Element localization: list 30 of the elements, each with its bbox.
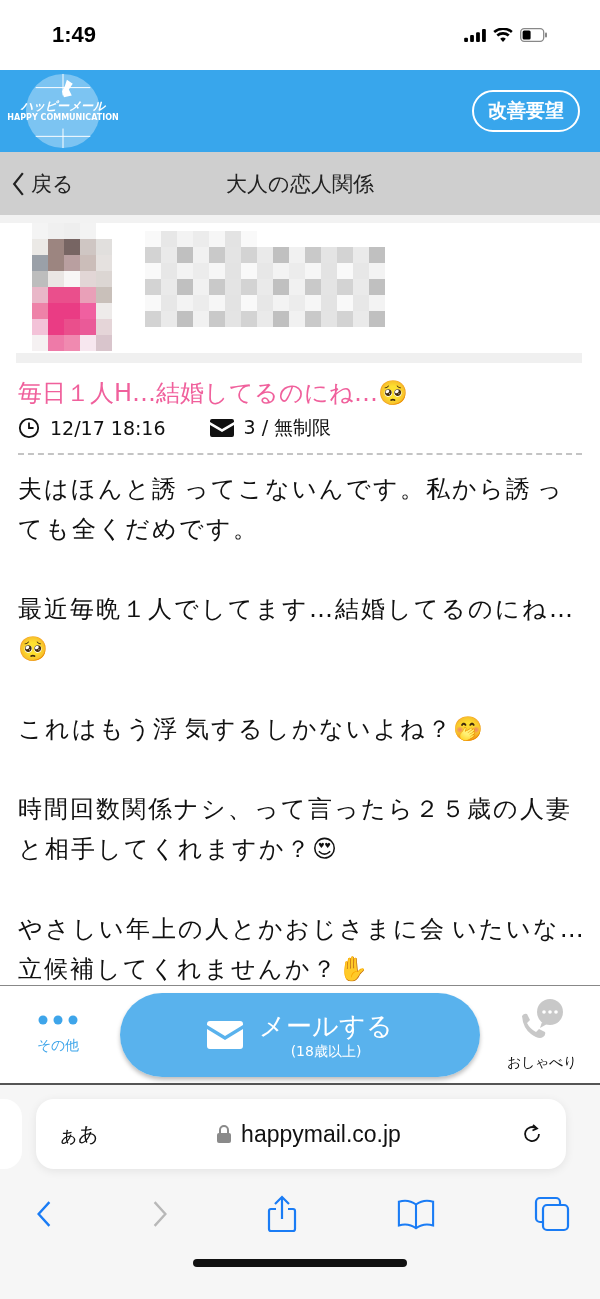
- address-bar[interactable]: ぁあ happymail.co.jp: [36, 1099, 566, 1169]
- wifi-icon: [493, 28, 513, 42]
- post-paragraph: 最近毎晩１人でしてます…結婚してるのにね…🥺: [18, 594, 576, 665]
- clock-icon: [18, 417, 40, 439]
- post-paragraph: 時間回数関係ナシ、って言ったら２５歳の人妻と相手してくれますか？😍: [18, 794, 573, 865]
- post-date: 12/17 18:16: [50, 417, 166, 439]
- tabs-icon[interactable]: [534, 1196, 570, 1232]
- page-title: 大人の恋人関係: [225, 170, 375, 198]
- logo-tagline: HAPPY COMMUNICATION: [7, 113, 119, 123]
- post-paragraph: これはもう浮 気するしかないよね？🤭: [18, 714, 486, 745]
- more-dots-icon: [38, 1014, 78, 1025]
- battery-icon: [520, 28, 548, 42]
- post-paragraph: やさしい年上の人とかおじさまに会 いたいな…立候補してくれませんか？✋: [18, 914, 587, 985]
- lock-icon: [217, 1125, 232, 1143]
- logo-text: ハッピーメール: [21, 99, 105, 113]
- url-text: happymail.co.jp: [241, 1120, 401, 1148]
- chevron-left-icon: [12, 170, 25, 197]
- clock-time: 1:49: [52, 22, 97, 48]
- share-icon[interactable]: [267, 1195, 297, 1233]
- text-size-button[interactable]: ぁあ: [58, 1120, 98, 1148]
- chat-link[interactable]: おしゃべり: [492, 997, 592, 1072]
- back-link[interactable]: 戻る: [12, 169, 132, 198]
- envelope-icon: [207, 1020, 243, 1049]
- signal-icon: [464, 28, 486, 42]
- back-icon[interactable]: [36, 1200, 52, 1228]
- envelope-icon: [209, 419, 234, 437]
- mail-count: 3 / 無制限: [243, 415, 332, 440]
- book-icon[interactable]: [396, 1198, 435, 1230]
- post-paragraph: 夫はほんと誘 ってこないんです。私から誘 っても全くだめです。: [18, 474, 566, 545]
- post-title: 毎日１人H…結婚してるのにね…🥺: [18, 378, 409, 409]
